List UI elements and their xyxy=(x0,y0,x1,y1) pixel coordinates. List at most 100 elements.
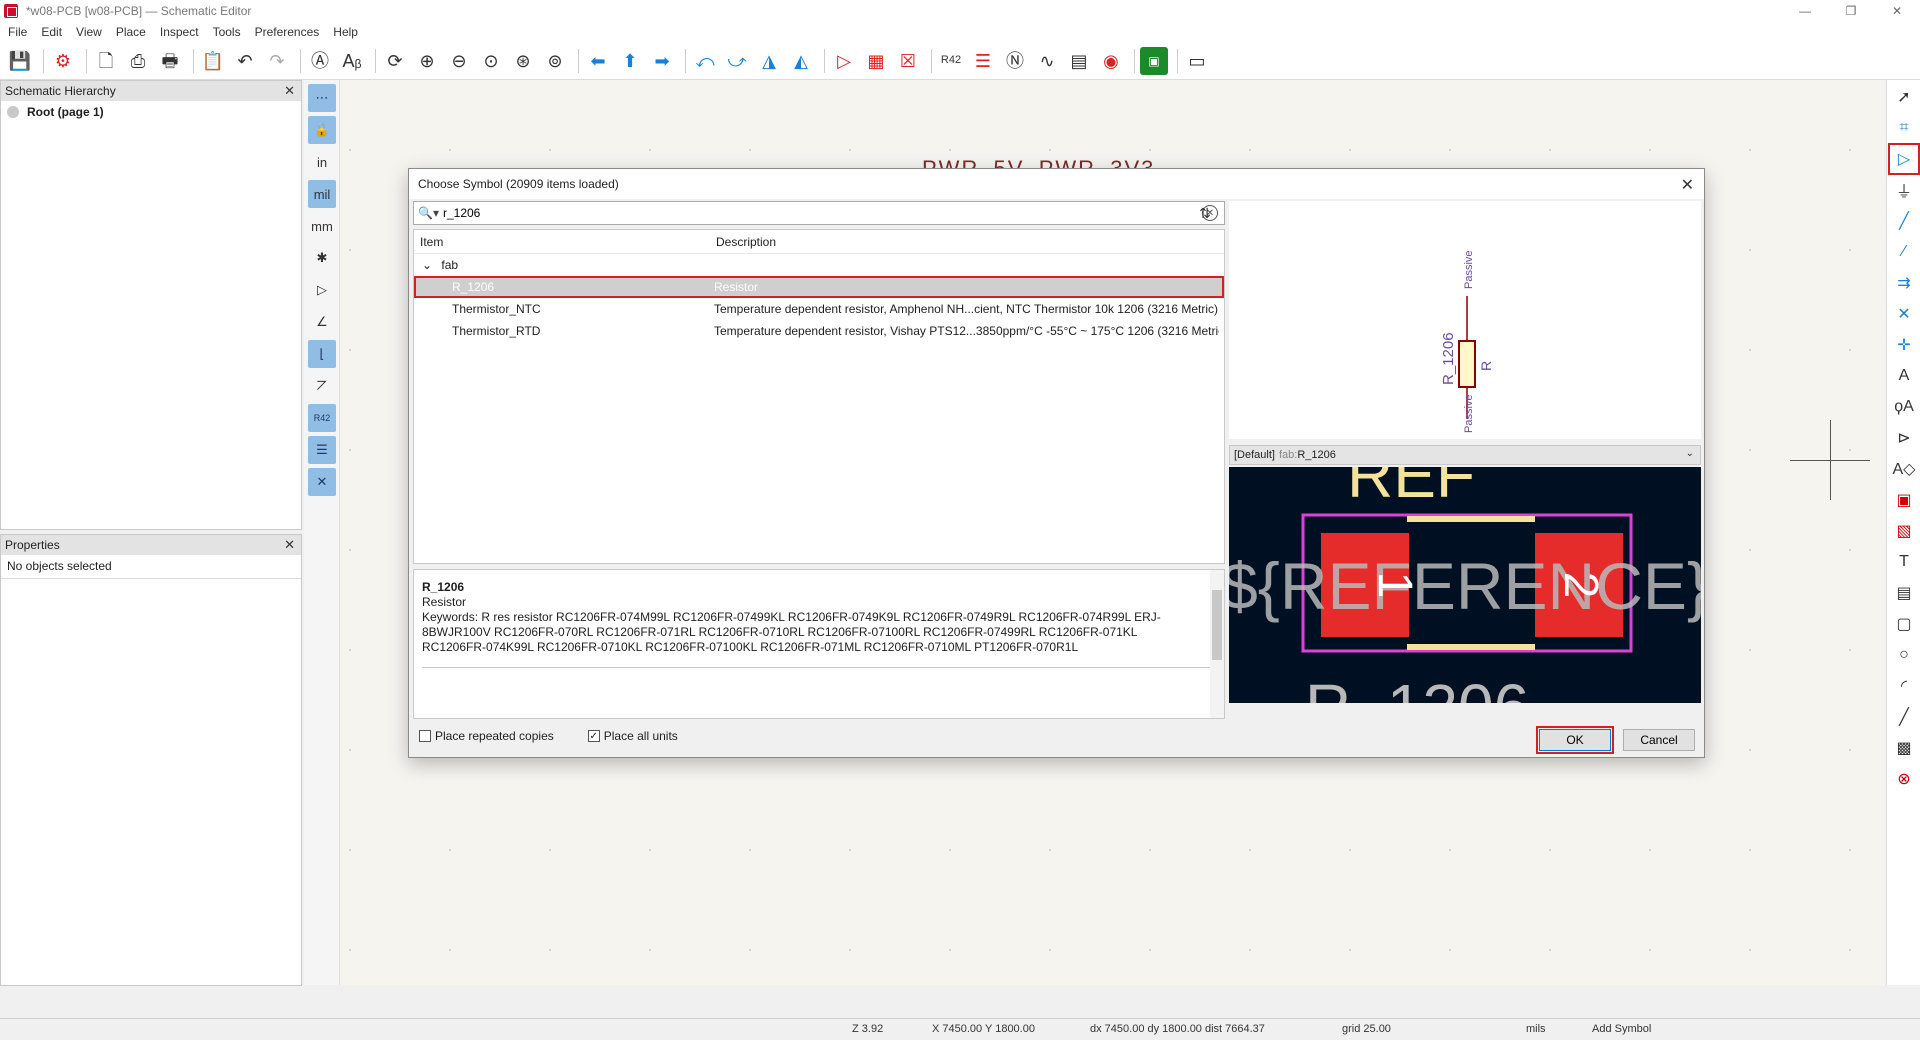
add-symbol-icon[interactable]: ▷ xyxy=(1888,143,1920,175)
menu-edit[interactable]: Edit xyxy=(41,25,62,39)
find-icon[interactable]: Ⓐ xyxy=(306,47,334,75)
place-repeated-checkbox[interactable] xyxy=(419,730,431,742)
cursor-style-icon[interactable]: ✱ xyxy=(308,244,336,272)
add-bus-icon[interactable]: ⁄ xyxy=(1890,238,1918,266)
menu-place[interactable]: Place xyxy=(116,25,146,39)
add-image-icon[interactable]: ▩ xyxy=(1890,734,1918,762)
add-bus-entry-icon[interactable]: ⇉ xyxy=(1890,269,1918,297)
zoom-out-icon[interactable]: ⊖ xyxy=(445,47,473,75)
undo-icon[interactable]: ↶ xyxy=(231,47,259,75)
lock-icon[interactable]: 🔒 xyxy=(308,116,336,144)
page-settings-icon[interactable]: 🗋 xyxy=(92,47,120,75)
hierarchy-panel-icon[interactable]: ☰ xyxy=(308,436,336,464)
footprint-select[interactable]: [Default] fab: R_1206 ⌄ xyxy=(1229,445,1701,465)
navigate-back-icon[interactable]: ⬅ xyxy=(584,47,612,75)
zoom-selection-icon[interactable]: ⊚ xyxy=(541,47,569,75)
units-mil-button[interactable]: mil xyxy=(308,180,336,208)
scripting-console-icon[interactable]: ▭ xyxy=(1183,47,1211,75)
chevron-down-icon[interactable]: ⌄ xyxy=(1686,448,1694,459)
menu-tools[interactable]: Tools xyxy=(213,25,241,39)
search-icon[interactable]: 🔍▾ xyxy=(418,206,439,220)
minimize-button[interactable]: — xyxy=(1782,0,1828,22)
navigate-up-icon[interactable]: ⬆ xyxy=(616,47,644,75)
schematic-setup-icon[interactable]: ⚙ xyxy=(49,47,77,75)
add-rectangle-icon[interactable]: ▢ xyxy=(1890,610,1918,638)
menu-preferences[interactable]: Preferences xyxy=(255,25,320,39)
find-replace-icon[interactable]: Aᵦ xyxy=(338,47,366,75)
redo-icon[interactable]: ↷ xyxy=(263,47,291,75)
add-hier-label-icon[interactable]: A◇ xyxy=(1890,455,1918,483)
chevron-down-icon[interactable]: ⌄ xyxy=(422,258,432,272)
add-line-icon[interactable]: ╱ xyxy=(1890,703,1918,731)
netlist-icon[interactable]: Ⓝ xyxy=(1001,47,1029,75)
plot-icon[interactable]: 🖶 xyxy=(156,47,184,75)
bom-icon[interactable]: ☰ xyxy=(969,47,997,75)
add-power-icon[interactable]: ⏚ xyxy=(1890,176,1918,204)
close-icon[interactable]: ✕ xyxy=(284,83,295,99)
zoom-in-icon[interactable]: ⊕ xyxy=(413,47,441,75)
menu-inspect[interactable]: Inspect xyxy=(160,25,199,39)
add-net-class-icon[interactable]: ϙA xyxy=(1890,393,1918,421)
units-mm-button[interactable]: mm xyxy=(308,212,336,240)
navigate-forward-icon[interactable]: ➡ xyxy=(648,47,676,75)
menu-view[interactable]: View xyxy=(76,25,102,39)
highlight-net-icon[interactable]: ⌗ xyxy=(1890,114,1918,142)
pcb-editor-icon[interactable]: ◉ xyxy=(1097,47,1125,75)
paste-icon[interactable]: 📋 xyxy=(199,47,227,75)
close-window-button[interactable]: ✕ xyxy=(1874,0,1920,22)
save-icon[interactable]: 💾 xyxy=(6,47,34,75)
delete-tool-icon[interactable]: ⊗ xyxy=(1890,765,1918,793)
annotation-icon[interactable]: R42 xyxy=(308,404,336,432)
add-global-label-icon[interactable]: ⊳ xyxy=(1890,424,1918,452)
refresh-icon[interactable]: ⟳ xyxy=(381,47,409,75)
library-group-fab[interactable]: ⌄ fab xyxy=(414,254,1224,276)
add-wire-icon[interactable]: ╱ xyxy=(1890,207,1918,235)
import-sheet-pin-icon[interactable]: ▧ xyxy=(1890,517,1918,545)
menu-help[interactable]: Help xyxy=(333,25,358,39)
add-sheet-icon[interactable]: ▣ xyxy=(1890,486,1918,514)
footprint-assign-icon[interactable]: ▤ xyxy=(1065,47,1093,75)
add-arc-icon[interactable]: ◜ xyxy=(1890,672,1918,700)
restore-button[interactable]: ❐ xyxy=(1828,0,1874,22)
hierarchy-root-item[interactable]: Root (page 1) xyxy=(1,101,301,123)
scrollbar-thumb[interactable] xyxy=(1212,590,1222,660)
units-inch-button[interactable]: in xyxy=(308,148,336,176)
column-header-description[interactable]: Description xyxy=(714,235,776,249)
grid-toggle-icon[interactable]: ⋯ xyxy=(308,84,336,112)
line-mode-90-icon[interactable]: ⌊ xyxy=(308,340,336,368)
add-junction-icon[interactable]: ✛ xyxy=(1890,331,1918,359)
mirror-v-icon[interactable]: ◭ xyxy=(787,47,815,75)
rotate-cw-icon[interactable]: ⤻ xyxy=(723,47,751,75)
line-mode-free-icon[interactable]: ∠ xyxy=(308,308,336,336)
print-icon[interactable]: ⎙ xyxy=(124,47,152,75)
table-row-selected[interactable]: R_1206 Resistor xyxy=(414,276,1224,298)
symbol-search-input[interactable] xyxy=(442,206,1183,220)
add-label-icon[interactable]: A xyxy=(1890,362,1918,390)
erc-icon[interactable]: ☒ xyxy=(894,47,922,75)
cancel-button[interactable]: Cancel xyxy=(1623,729,1695,751)
details-scrollbar[interactable] xyxy=(1210,570,1224,718)
close-icon[interactable]: ✕ xyxy=(1681,175,1694,195)
ok-button[interactable]: OK xyxy=(1536,726,1614,754)
add-text-icon[interactable]: T xyxy=(1890,548,1918,576)
zoom-fit-icon[interactable]: ⊙ xyxy=(477,47,505,75)
add-circle-icon[interactable]: ○ xyxy=(1890,641,1918,669)
properties-panel-icon[interactable]: ✕ xyxy=(308,468,336,496)
zoom-objects-icon[interactable]: ⊛ xyxy=(509,47,537,75)
footprint-editor-icon[interactable]: ▣ xyxy=(1140,46,1168,75)
symbol-browser-icon[interactable]: ▦ xyxy=(862,47,890,75)
annotate-icon[interactable]: R42 xyxy=(937,47,965,75)
add-textbox-icon[interactable]: ▤ xyxy=(1890,579,1918,607)
line-mode-45-icon[interactable]: ⦢ xyxy=(308,372,336,400)
hidden-pins-icon[interactable]: ▷ xyxy=(308,276,336,304)
symbol-tree[interactable]: Item Description ⌄ fab R_1206 Resistor T… xyxy=(413,229,1225,564)
place-all-units-checkbox[interactable]: ✓ xyxy=(587,730,600,742)
symbol-editor-icon[interactable]: ▷ xyxy=(830,47,858,75)
simulator-icon[interactable]: ∿ xyxy=(1033,47,1061,75)
column-header-item[interactable]: Item xyxy=(414,235,714,249)
table-row[interactable]: Thermistor_NTC Temperature dependent res… xyxy=(414,298,1224,320)
table-row[interactable]: Thermistor_RTD Temperature dependent res… xyxy=(414,320,1224,342)
mirror-h-icon[interactable]: ◮ xyxy=(755,47,783,75)
sort-options-icon[interactable]: ⇅ xyxy=(1191,201,1219,225)
close-icon[interactable]: ✕ xyxy=(284,537,295,553)
